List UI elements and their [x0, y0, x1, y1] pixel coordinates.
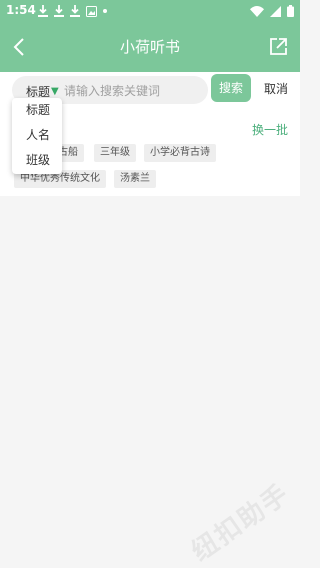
- search-type-dropdown: 标题 人名 班级: [12, 98, 62, 174]
- status-time: 1:54: [6, 3, 36, 17]
- status-system-icons: [250, 4, 294, 18]
- dropdown-option-title[interactable]: 标题: [12, 98, 62, 123]
- download-icon: [70, 5, 80, 17]
- signal-icon: [270, 5, 281, 17]
- battery-icon: [287, 5, 294, 17]
- page-title: 小荷听书: [119, 38, 180, 56]
- results-area: [0, 196, 300, 532]
- app-bar: 小荷听书: [0, 22, 300, 72]
- wifi-icon: [250, 5, 264, 17]
- refresh-button[interactable]: 换一批: [252, 121, 288, 138]
- dot-icon: [103, 9, 107, 13]
- dropdown-option-person[interactable]: 人名: [12, 123, 62, 148]
- download-icon: [38, 5, 48, 17]
- hot-tag[interactable]: 汤素兰: [114, 170, 156, 188]
- image-icon: [86, 5, 97, 17]
- download-icon: [54, 5, 64, 17]
- status-bar: 1:54: [0, 0, 300, 22]
- hot-tag[interactable]: 小学必背古诗: [144, 144, 216, 162]
- search-input[interactable]: [62, 81, 206, 101]
- status-notification-icons: [38, 4, 107, 18]
- cancel-button[interactable]: 取消: [264, 80, 288, 97]
- share-button[interactable]: [266, 35, 290, 59]
- search-button[interactable]: 搜索: [211, 74, 251, 102]
- dropdown-option-class[interactable]: 班级: [12, 148, 62, 173]
- hot-tag[interactable]: 三年级: [94, 144, 136, 162]
- dropdown-arrow-icon: ▼: [51, 86, 59, 97]
- share-icon: [270, 38, 287, 55]
